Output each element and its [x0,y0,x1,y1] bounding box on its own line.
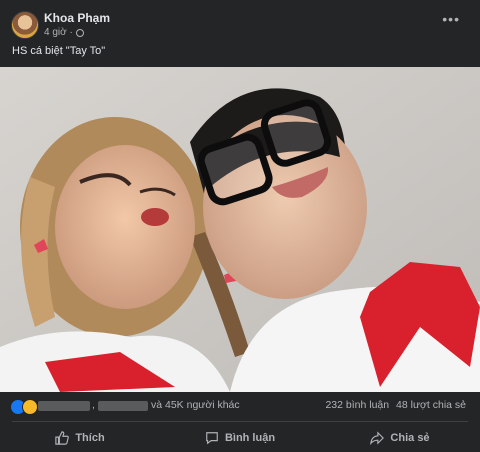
comment-label: Bình luận [224,432,276,444]
post-photo[interactable] [0,67,480,392]
reactor-separator: , [92,399,95,411]
action-bar: Thích Bình luận Chia sẻ [0,424,480,452]
like-label: Thích [75,432,105,444]
author-name[interactable]: Khoa Phạm [44,11,110,25]
comment-button[interactable]: Bình luận [160,424,320,452]
like-button[interactable]: Thích [0,424,160,452]
author-avatar[interactable] [11,11,39,39]
reactions-bar: , và 45K người khác 232 bình luận 48 lượ… [0,398,480,418]
post-stats: 232 bình luận 48 lượt chia sẻ [321,399,466,411]
post-photo-image [0,67,480,392]
reaction-count[interactable]: và 45K người khác [151,399,240,411]
post-time[interactable]: 4 giờ · [44,27,73,38]
more-options-button[interactable]: ••• [442,12,460,26]
post-header: Khoa Phạm 4 giờ · ••• [0,0,480,40]
share-count[interactable]: 48 lượt chia sẻ [396,399,466,411]
share-label: Chia sẻ [390,432,430,444]
blurred-name [98,401,148,411]
post-caption: HS cá biệt "Tay To" [12,45,106,57]
globe-icon [75,28,84,37]
post-meta: 4 giờ · [44,27,84,38]
post-card: Khoa Phạm 4 giờ · ••• HS cá biệt "Tay To… [0,0,480,452]
thumbs-up-icon [55,431,70,445]
comment-count[interactable]: 232 bình luận [325,399,389,411]
haha-icon [22,399,38,415]
share-icon [370,431,385,445]
comment-icon [206,432,218,445]
blurred-name [38,401,90,411]
divider [12,421,468,422]
share-button[interactable]: Chia sẻ [320,424,480,452]
